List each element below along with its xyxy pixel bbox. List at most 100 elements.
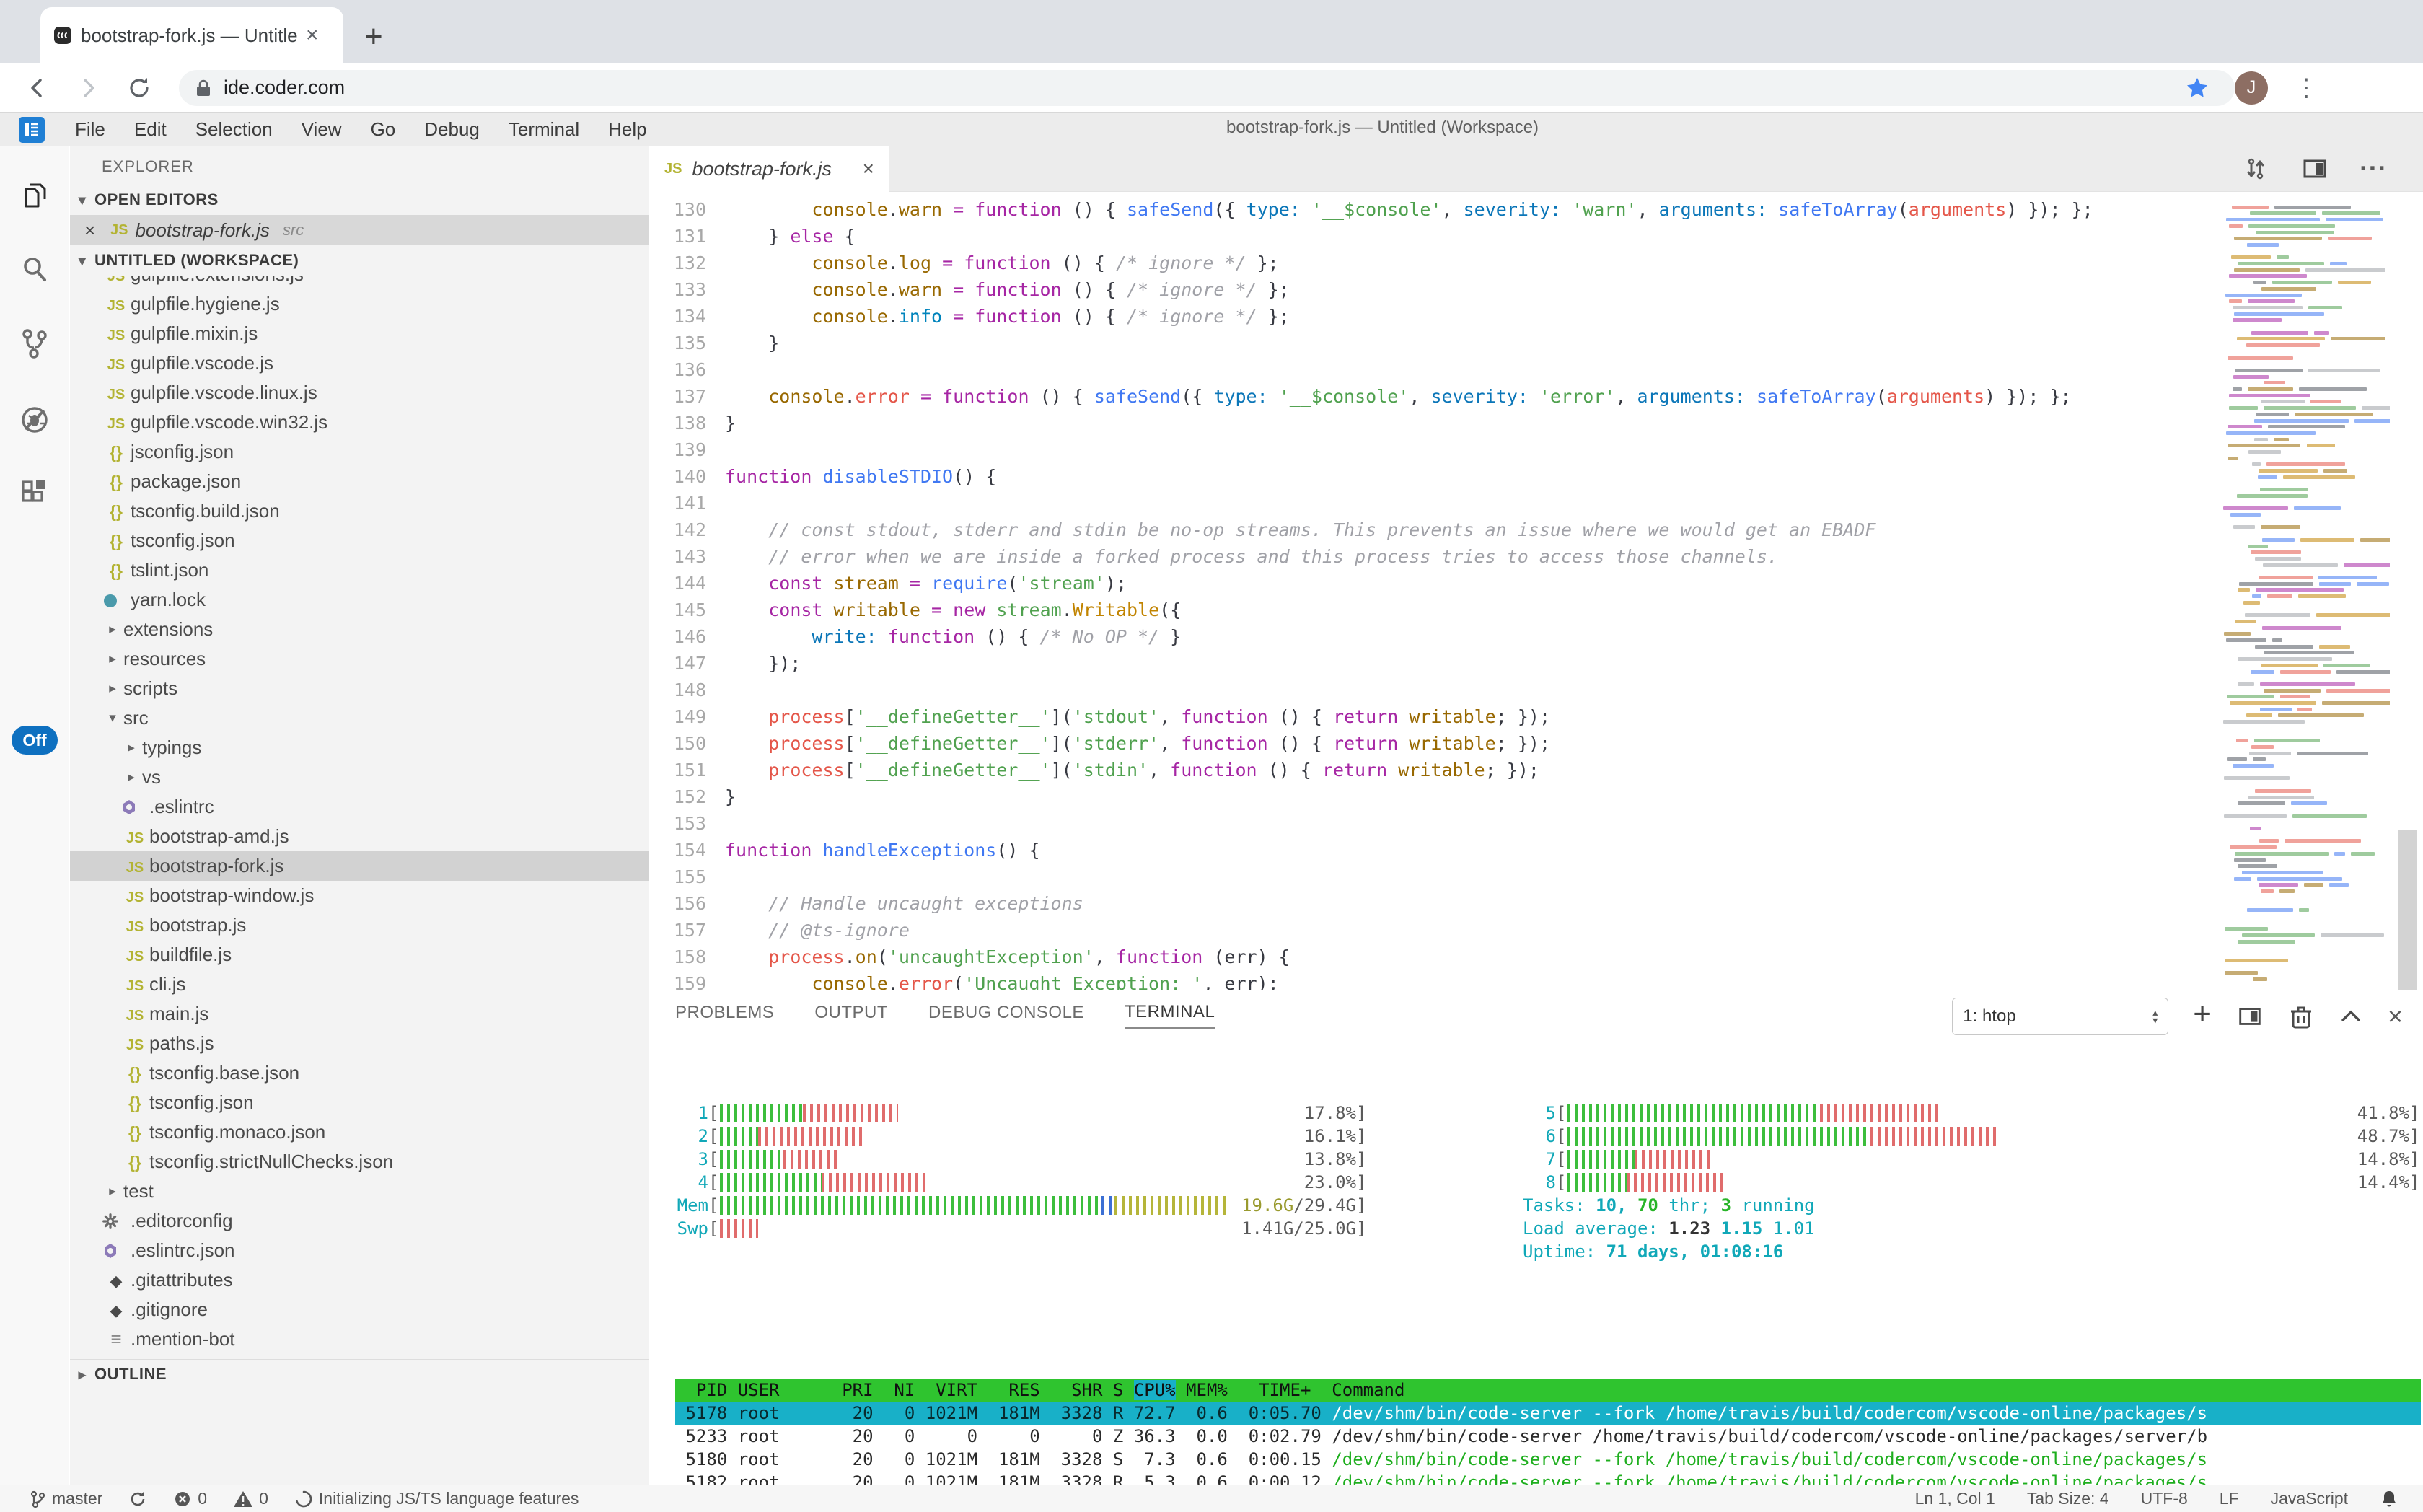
more-actions-icon[interactable]: ···: [2360, 162, 2387, 176]
open-editors-header[interactable]: ▾ OPEN EDITORS: [70, 185, 649, 215]
htop-meter-4: 4[23.0%]: [675, 1171, 1368, 1194]
code-editor[interactable]: 130 console.warn = function () { safeSen…: [650, 196, 2215, 990]
status-sync[interactable]: [128, 1490, 147, 1508]
status-spinner[interactable]: Initializing JS/TS language features: [294, 1489, 579, 1508]
menu-item-go[interactable]: Go: [356, 118, 410, 141]
tree-item-gulpfile.hygiene.js[interactable]: JSgulpfile.hygiene.js: [70, 289, 649, 319]
status-javascript[interactable]: JavaScript: [2271, 1489, 2348, 1508]
tree-item-bootstrap.js[interactable]: JSbootstrap.js: [70, 910, 649, 940]
tree-item-tsconfig.monaco.json[interactable]: {}tsconfig.monaco.json: [70, 1117, 649, 1147]
tree-item-tsconfig.json[interactable]: {}tsconfig.json: [70, 526, 649, 555]
tree-item-.gitattributes[interactable]: ◆.gitattributes: [70, 1265, 649, 1295]
tree-item-buildfile.js[interactable]: JSbuildfile.js: [70, 940, 649, 970]
forward-icon[interactable]: [75, 75, 101, 101]
tree-item-tsconfig.base.json[interactable]: {}tsconfig.base.json: [70, 1058, 649, 1088]
workspace-header[interactable]: ▾ UNTITLED (WORKSPACE): [70, 245, 649, 276]
site-favicon: [53, 26, 72, 45]
debug-icon[interactable]: [17, 403, 52, 437]
new-terminal-icon[interactable]: +: [2193, 996, 2212, 1032]
tree-item-tslint.json[interactable]: {}tslint.json: [70, 555, 649, 585]
tree-item-scripts[interactable]: ▸scripts: [70, 674, 649, 703]
tree-item-src[interactable]: ▾src: [70, 703, 649, 733]
tree-item-yarn.lock[interactable]: yarn.lock: [70, 585, 649, 615]
tree-item-paths.js[interactable]: JSpaths.js: [70, 1029, 649, 1058]
notifications-bell-icon[interactable]: [2380, 1489, 2398, 1509]
tree-item-tsconfig.build.json[interactable]: {}tsconfig.build.json: [70, 496, 649, 526]
source-control-icon[interactable]: [17, 326, 52, 361]
tree-item-cli.js[interactable]: JScli.js: [70, 970, 649, 999]
tree-item-gulpfile.vscode.js[interactable]: JSgulpfile.vscode.js: [70, 348, 649, 378]
status-error[interactable]: 0: [173, 1489, 207, 1508]
menu-item-help[interactable]: Help: [594, 118, 661, 141]
tree-item-typings[interactable]: ▸typings: [70, 733, 649, 762]
tree-item-tsconfig.strictNullChecks.json[interactable]: {}tsconfig.strictNullChecks.json: [70, 1147, 649, 1177]
split-terminal-icon[interactable]: [2236, 1003, 2264, 1030]
tree-item-gulpfile.mixin.js[interactable]: JSgulpfile.mixin.js: [70, 319, 649, 348]
panel-tab-debug-console[interactable]: DEBUG CONSOLE: [928, 1003, 1084, 1027]
tree-item-.eslintrc[interactable]: .eslintrc: [70, 792, 649, 822]
minimap[interactable]: [2218, 196, 2390, 990]
maximize-panel-icon[interactable]: [2339, 1006, 2363, 1027]
tab-close-icon[interactable]: ×: [306, 23, 319, 48]
status-ln-1-col-1[interactable]: Ln 1, Col 1: [1915, 1489, 1995, 1508]
outline-header[interactable]: ▸ OUTLINE: [70, 1359, 649, 1389]
extensions-icon[interactable]: [17, 478, 52, 512]
eslint-file-icon: [120, 799, 149, 816]
menu-item-file[interactable]: File: [61, 118, 120, 141]
tree-item-gulpfile.extensions.js[interactable]: JSgulpfile.extensions.js: [70, 276, 649, 289]
explorer-icon[interactable]: [17, 179, 52, 214]
browser-menu-icon[interactable]: ⋮: [2294, 74, 2318, 102]
split-editor-icon[interactable]: [2300, 154, 2329, 183]
panel-tab-output[interactable]: OUTPUT: [814, 1003, 888, 1027]
tree-item-main.js[interactable]: JSmain.js: [70, 999, 649, 1029]
browser-tab[interactable]: bootstrap-fork.js — Untitled (W ×: [40, 7, 343, 63]
tree-item-.mention-bot[interactable]: ≡.mention-bot: [70, 1324, 649, 1354]
tree-item-bootstrap-window.js[interactable]: JSbootstrap-window.js: [70, 881, 649, 910]
tree-item-vs[interactable]: ▸vs: [70, 762, 649, 792]
status-warning[interactable]: 0: [233, 1489, 268, 1508]
tree-item-resources[interactable]: ▸resources: [70, 644, 649, 674]
avatar[interactable]: J: [2235, 71, 2268, 105]
js-file-icon: JS: [120, 884, 149, 907]
tree-item-extensions[interactable]: ▸extensions: [70, 615, 649, 644]
url-bar[interactable]: ide.coder.com: [179, 70, 2235, 106]
status-utf-8[interactable]: UTF-8: [2141, 1489, 2188, 1508]
panel-tab-terminal[interactable]: TERMINAL: [1125, 1002, 1215, 1029]
tree-item-test[interactable]: ▸test: [70, 1177, 649, 1206]
tree-item-jsconfig.json[interactable]: {}jsconfig.json: [70, 437, 649, 467]
tree-item-tsconfig.json[interactable]: {}tsconfig.json: [70, 1088, 649, 1117]
file-tree[interactable]: JSgulpfile.extensions.jsJSgulpfile.hygie…: [70, 276, 649, 1355]
open-editor-item[interactable]: × JS bootstrap-fork.js src: [70, 215, 649, 245]
reload-icon[interactable]: [126, 74, 153, 102]
back-icon[interactable]: [25, 75, 50, 101]
terminal-select[interactable]: 1: htop ▴▾: [1952, 998, 2168, 1035]
terminal[interactable]: 1[17.8%]2[16.1%]3[13.8%]4[23.0%]Mem[19.6…: [675, 1055, 2421, 1485]
close-icon[interactable]: ×: [84, 219, 103, 242]
search-icon[interactable]: [17, 252, 52, 287]
menu-item-selection[interactable]: Selection: [181, 118, 287, 141]
status-lf[interactable]: LF: [2220, 1489, 2239, 1508]
new-tab-button[interactable]: +: [364, 19, 383, 55]
tree-item-package.json[interactable]: {}package.json: [70, 467, 649, 496]
coder-off-badge[interactable]: Off: [12, 726, 58, 755]
status-tab-size-4[interactable]: Tab Size: 4: [2027, 1489, 2109, 1508]
menu-item-debug[interactable]: Debug: [410, 118, 494, 141]
tree-item-gulpfile.vscode.win32.js[interactable]: JSgulpfile.vscode.win32.js: [70, 408, 649, 437]
bookmark-star-icon[interactable]: [2184, 75, 2210, 101]
status-git-branch[interactable]: master: [29, 1489, 102, 1508]
panel-tab-problems[interactable]: PROBLEMS: [675, 1003, 774, 1027]
tree-item-.gitignore[interactable]: ◆.gitignore: [70, 1295, 649, 1324]
menu-item-edit[interactable]: Edit: [120, 118, 181, 141]
open-changes-icon[interactable]: [2241, 154, 2270, 183]
close-panel-icon[interactable]: ×: [2388, 1001, 2403, 1032]
tree-item-.editorconfig[interactable]: .editorconfig: [70, 1206, 649, 1236]
menu-item-view[interactable]: View: [287, 118, 356, 141]
editor-tab[interactable]: JS bootstrap-fork.js ×: [650, 146, 889, 192]
menu-item-terminal[interactable]: Terminal: [494, 118, 594, 141]
tab-close-icon[interactable]: ×: [863, 157, 874, 180]
tree-item-bootstrap-amd.js[interactable]: JSbootstrap-amd.js: [70, 822, 649, 851]
tree-item-gulpfile.vscode.linux.js[interactable]: JSgulpfile.vscode.linux.js: [70, 378, 649, 408]
tree-item-bootstrap-fork.js[interactable]: JSbootstrap-fork.js: [70, 851, 649, 881]
kill-terminal-icon[interactable]: [2288, 1003, 2314, 1030]
tree-item-.eslintrc.json[interactable]: .eslintrc.json: [70, 1236, 649, 1265]
